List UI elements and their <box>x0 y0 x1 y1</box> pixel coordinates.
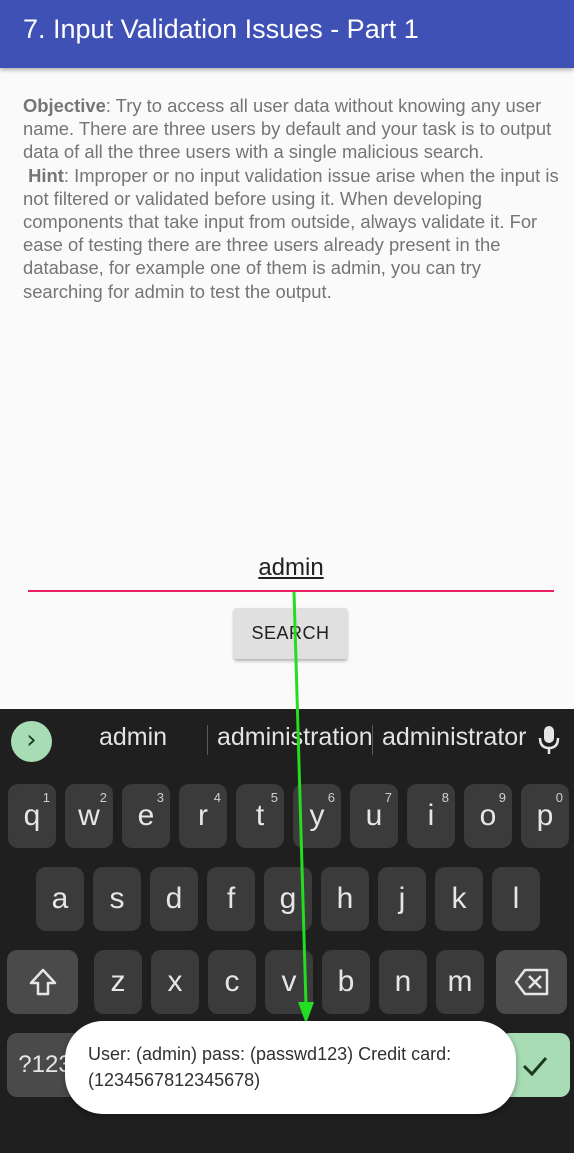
key-d[interactable]: d <box>150 867 198 931</box>
key-b[interactable]: b <box>322 950 370 1014</box>
key-label: e <box>137 799 155 832</box>
checkmark-icon <box>522 1057 548 1077</box>
key-s[interactable]: s <box>93 867 141 931</box>
key-u[interactable]: u7 <box>350 784 398 848</box>
shift-icon <box>29 968 56 996</box>
key-number-hint: 1 <box>42 790 50 805</box>
key-l[interactable]: l <box>492 867 540 931</box>
key-label: o <box>479 799 497 832</box>
shift-key[interactable] <box>7 950 78 1014</box>
key-label: h <box>336 882 354 915</box>
key-q[interactable]: q1 <box>8 784 56 848</box>
key-a[interactable]: a <box>36 867 84 931</box>
key-label: g <box>279 882 297 915</box>
key-number-hint: 9 <box>498 790 506 805</box>
suggestion-divider <box>372 725 373 755</box>
key-label: v <box>281 965 297 998</box>
suggestion-administrator[interactable]: administrator <box>382 723 527 752</box>
key-label: q <box>23 799 41 832</box>
key-o[interactable]: o9 <box>464 784 512 848</box>
key-label: x <box>167 965 183 998</box>
key-label: f <box>226 882 236 915</box>
key-label: c <box>224 965 240 998</box>
key-number-hint: 7 <box>384 790 392 805</box>
key-j[interactable]: j <box>378 867 426 931</box>
key-number-hint: 5 <box>270 790 278 805</box>
key-y[interactable]: y6 <box>293 784 341 848</box>
key-z[interactable]: z <box>94 950 142 1014</box>
key-label: i <box>427 799 435 832</box>
page-title: 7. Input Validation Issues - Part 1 <box>23 14 419 44</box>
challenge-description: Objective: Try to access all user data w… <box>23 94 559 303</box>
key-label: t <box>255 799 265 832</box>
key-label: p <box>536 799 554 832</box>
suggestion-administration[interactable]: administration <box>217 723 373 752</box>
key-label: y <box>309 799 325 832</box>
key-label: u <box>365 799 383 832</box>
key-w[interactable]: w2 <box>65 784 113 848</box>
key-label: a <box>51 882 69 915</box>
key-n[interactable]: n <box>379 950 427 1014</box>
key-p[interactable]: p0 <box>521 784 569 848</box>
key-label: d <box>165 882 183 915</box>
key-label: n <box>394 965 412 998</box>
key-number-hint: 6 <box>327 790 335 805</box>
objective-label: Objective <box>23 95 106 116</box>
key-number-hint: 0 <box>555 790 563 805</box>
search-button[interactable]: SEARCH <box>234 608 347 659</box>
key-label: z <box>110 965 126 998</box>
key-label: s <box>109 882 125 915</box>
backspace-key[interactable] <box>496 950 567 1014</box>
suggestion-admin[interactable]: admin <box>99 723 167 752</box>
key-label: l <box>512 882 520 915</box>
key-label: m <box>447 965 473 998</box>
key-label: k <box>451 882 467 915</box>
key-number-hint: 3 <box>156 790 164 805</box>
key-m[interactable]: m <box>436 950 484 1014</box>
microphone-icon[interactable] <box>538 725 560 755</box>
key-number-hint: 4 <box>213 790 221 805</box>
key-label: r <box>198 799 208 832</box>
username-input[interactable]: admin <box>28 548 554 592</box>
backspace-icon <box>514 968 548 996</box>
hint-label: Hint <box>28 164 64 186</box>
key-f[interactable]: f <box>207 867 255 931</box>
key-r[interactable]: r4 <box>179 784 227 848</box>
key-label: b <box>337 965 355 998</box>
key-i[interactable]: i8 <box>407 784 455 848</box>
toast-message: User: (admin) pass: (passwd123) Credit c… <box>88 1044 452 1090</box>
chevron-right-icon[interactable]: › <box>11 721 52 762</box>
key-k[interactable]: k <box>435 867 483 931</box>
key-label: w <box>78 799 100 832</box>
app-bar: 7. Input Validation Issues - Part 1 <box>0 0 574 68</box>
suggestion-divider <box>207 725 208 755</box>
suggestion-bar: › admin administration administrator <box>0 709 574 771</box>
key-v[interactable]: v <box>265 950 313 1014</box>
key-number-hint: 2 <box>99 790 107 805</box>
key-g[interactable]: g <box>264 867 312 931</box>
key-number-hint: 8 <box>441 790 449 805</box>
key-t[interactable]: t5 <box>236 784 284 848</box>
key-e[interactable]: e3 <box>122 784 170 848</box>
key-c[interactable]: c <box>208 950 256 1014</box>
key-h[interactable]: h <box>321 867 369 931</box>
key-label: j <box>398 882 406 915</box>
result-toast: User: (admin) pass: (passwd123) Credit c… <box>65 1021 516 1114</box>
username-input-value: admin <box>258 554 324 581</box>
key-x[interactable]: x <box>151 950 199 1014</box>
hint-text: : Improper or no input validation issue … <box>23 164 559 302</box>
